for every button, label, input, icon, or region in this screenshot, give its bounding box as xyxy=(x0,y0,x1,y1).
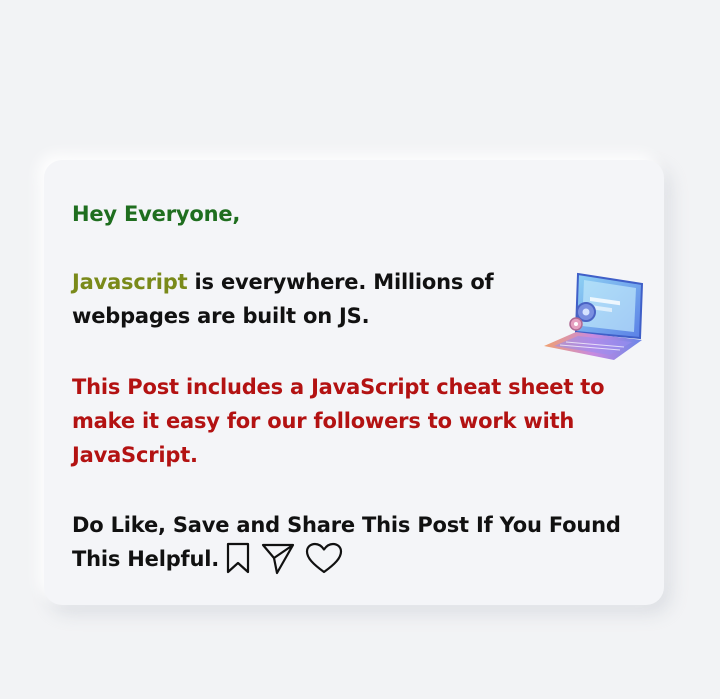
bookmark-icon[interactable] xyxy=(225,542,251,574)
action-icons xyxy=(225,541,343,575)
cta-paragraph: Do Like, Save and Share This Post If You… xyxy=(72,508,632,577)
intro-paragraph: Javascript is everywhere. Millions of we… xyxy=(72,265,542,333)
greeting-text: Hey Everyone, xyxy=(72,202,241,226)
laptop-illustration xyxy=(540,268,650,368)
cta-text: Do Like, Save and Share This Post If You… xyxy=(72,513,621,571)
send-icon[interactable] xyxy=(261,541,295,575)
intro-keyword: Javascript xyxy=(72,270,188,294)
heart-icon[interactable] xyxy=(305,542,343,574)
highlight-paragraph: This Post includes a JavaScript cheat sh… xyxy=(72,375,605,467)
